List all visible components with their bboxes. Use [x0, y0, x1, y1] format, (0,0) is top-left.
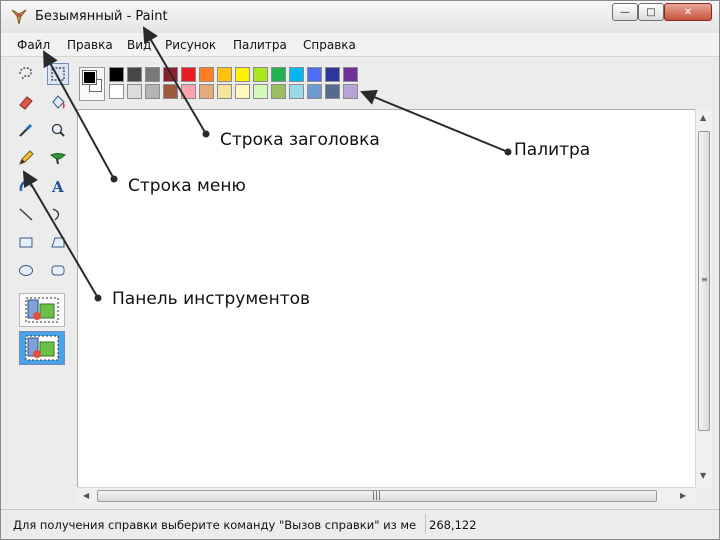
callout-toolbox: Панель инструментов: [112, 289, 311, 309]
fill-style-opaque-option[interactable]: [19, 331, 65, 365]
ellipse-icon[interactable]: [15, 259, 37, 281]
palette-swatch[interactable]: [127, 67, 142, 82]
grip-icon: ≡: [701, 275, 708, 284]
cursor-coordinates: 268,122: [429, 518, 477, 532]
palette-swatch[interactable]: [289, 84, 304, 99]
menu-help[interactable]: Справка: [303, 38, 356, 52]
scroll-right-icon[interactable]: ▶: [680, 491, 686, 500]
menu-palette[interactable]: Палитра: [233, 38, 287, 52]
fill-style-outline-option[interactable]: [19, 293, 65, 327]
palette-swatch[interactable]: [163, 84, 178, 99]
svg-text:A: A: [51, 178, 64, 195]
horizontal-scrollbar[interactable]: ◀ ||| ▶: [77, 487, 695, 504]
callout-menu-bar: Строка меню: [128, 176, 246, 196]
pencil-icon[interactable]: [15, 147, 37, 169]
minimize-button[interactable]: —: [612, 3, 638, 21]
palette-swatch[interactable]: [127, 84, 142, 99]
rounded-rect-icon[interactable]: [47, 259, 69, 281]
text-icon[interactable]: A: [47, 175, 69, 197]
status-help-text: Для получения справки выберите команду "…: [13, 518, 417, 532]
menu-file[interactable]: Файл: [17, 38, 50, 52]
scroll-down-icon[interactable]: ▼: [700, 471, 706, 480]
palette-swatch[interactable]: [181, 67, 196, 82]
palette-swatch[interactable]: [271, 84, 286, 99]
palette-swatch[interactable]: [343, 67, 358, 82]
palette-swatch[interactable]: [253, 67, 268, 82]
line-icon[interactable]: [15, 203, 37, 225]
maximize-button[interactable]: □: [638, 3, 664, 21]
close-button[interactable]: ✕: [664, 3, 712, 21]
palette-swatch[interactable]: [217, 84, 232, 99]
palette-swatch[interactable]: [109, 67, 124, 82]
polygon-icon[interactable]: [47, 231, 69, 253]
brush-icon[interactable]: [47, 147, 69, 169]
palette-swatch[interactable]: [253, 84, 268, 99]
callout-palette: Палитра: [514, 140, 591, 160]
paint-window: Безымянный - Paint — □ ✕ Файл Правка Вид…: [0, 0, 720, 540]
title-bar: Безымянный - Paint — □ ✕: [1, 1, 719, 33]
palette-swatch[interactable]: [325, 84, 340, 99]
menu-edit[interactable]: Правка: [67, 38, 113, 52]
palette-swatch[interactable]: [307, 84, 322, 99]
fill-icon[interactable]: [47, 91, 69, 113]
menu-bar: Файл Правка Вид Рисунок Палитра Справка: [1, 33, 719, 57]
palette-swatch[interactable]: [343, 84, 358, 99]
palette-swatch[interactable]: [271, 67, 286, 82]
palette-swatch[interactable]: [289, 67, 304, 82]
rectangle-icon[interactable]: [15, 231, 37, 253]
foreground-color: [82, 70, 97, 85]
horizontal-scroll-thumb[interactable]: |||: [97, 490, 657, 502]
palette-swatch[interactable]: [145, 84, 160, 99]
rect-select-icon[interactable]: [47, 63, 69, 85]
color-palette: [79, 65, 369, 105]
paint-app-icon: [11, 9, 27, 25]
eraser-icon[interactable]: [15, 91, 37, 113]
palette-swatch[interactable]: [235, 67, 250, 82]
palette-swatch[interactable]: [307, 67, 322, 82]
palette-swatch[interactable]: [235, 84, 250, 99]
status-divider: [425, 514, 426, 534]
vertical-scroll-thumb[interactable]: ≡: [698, 131, 710, 431]
curve-icon[interactable]: [47, 203, 69, 225]
scroll-left-icon[interactable]: ◀: [83, 491, 89, 500]
palette-swatch[interactable]: [163, 67, 178, 82]
menu-image[interactable]: Рисунок: [165, 38, 216, 52]
palette-swatch[interactable]: [217, 67, 232, 82]
magnifier-icon[interactable]: [47, 119, 69, 141]
menu-view[interactable]: Вид: [127, 38, 151, 52]
palette-swatch[interactable]: [325, 67, 340, 82]
eyedropper-icon[interactable]: [15, 119, 37, 141]
palette-swatch[interactable]: [199, 67, 214, 82]
current-colors-indicator: [79, 67, 105, 101]
status-bar: Для получения справки выберите команду "…: [1, 509, 719, 539]
toolbox: A: [11, 61, 73, 366]
grip-icon: |||: [372, 491, 382, 501]
airbrush-icon[interactable]: [15, 175, 37, 197]
palette-swatch[interactable]: [199, 84, 214, 99]
palette-swatch[interactable]: [181, 84, 196, 99]
palette-swatch[interactable]: [109, 84, 124, 99]
window-title: Безымянный - Paint: [35, 9, 168, 24]
scroll-up-icon[interactable]: ▲: [700, 113, 706, 122]
vertical-scrollbar[interactable]: ▲ ≡ ▼: [695, 109, 712, 487]
palette-swatch[interactable]: [145, 67, 160, 82]
callout-title-bar: Строка заголовка: [220, 130, 380, 150]
free-select-icon[interactable]: [15, 63, 37, 85]
